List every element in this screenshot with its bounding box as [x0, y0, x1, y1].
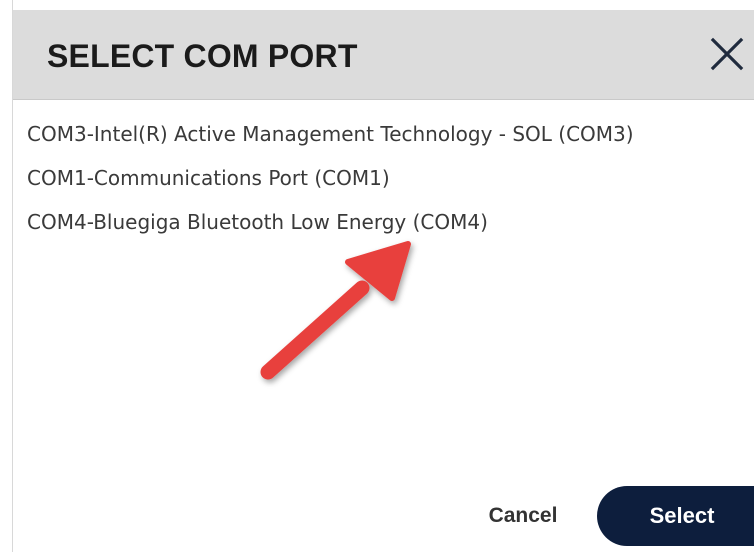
- cancel-button[interactable]: Cancel: [471, 497, 575, 535]
- com-port-item-com4[interactable]: COM4-Bluegiga Bluetooth Low Energy (COM4…: [27, 200, 747, 244]
- page: SELECT COM PORT COM3-Intel(R) Active Man…: [0, 0, 754, 552]
- dialog-title: SELECT COM PORT: [47, 38, 358, 74]
- dialog-header: SELECT COM PORT: [13, 10, 754, 100]
- close-icon: [710, 37, 744, 71]
- com-port-list: COM3-Intel(R) Active Management Technolo…: [27, 112, 747, 244]
- com-port-item-com1[interactable]: COM1-Communications Port (COM1): [27, 156, 747, 200]
- select-com-port-dialog: SELECT COM PORT COM3-Intel(R) Active Man…: [12, 0, 754, 552]
- close-button[interactable]: [707, 34, 747, 74]
- com-port-item-com3[interactable]: COM3-Intel(R) Active Management Technolo…: [27, 112, 747, 156]
- select-button[interactable]: Select: [597, 486, 754, 546]
